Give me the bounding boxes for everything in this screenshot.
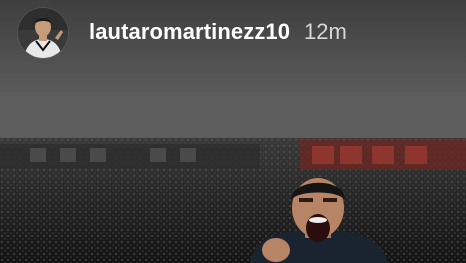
story-viewer: lautaromartinezz10 12m (0, 0, 466, 263)
celebrating-player-photo[interactable] (0, 138, 466, 263)
story-timestamp: 12m (304, 19, 347, 44)
story-empty-band (0, 92, 466, 138)
profile-avatar-icon[interactable] (18, 8, 68, 58)
story-username[interactable]: lautaromartinezz10 (89, 19, 290, 45)
story-header: lautaromartinezz10 12m (0, 0, 466, 66)
